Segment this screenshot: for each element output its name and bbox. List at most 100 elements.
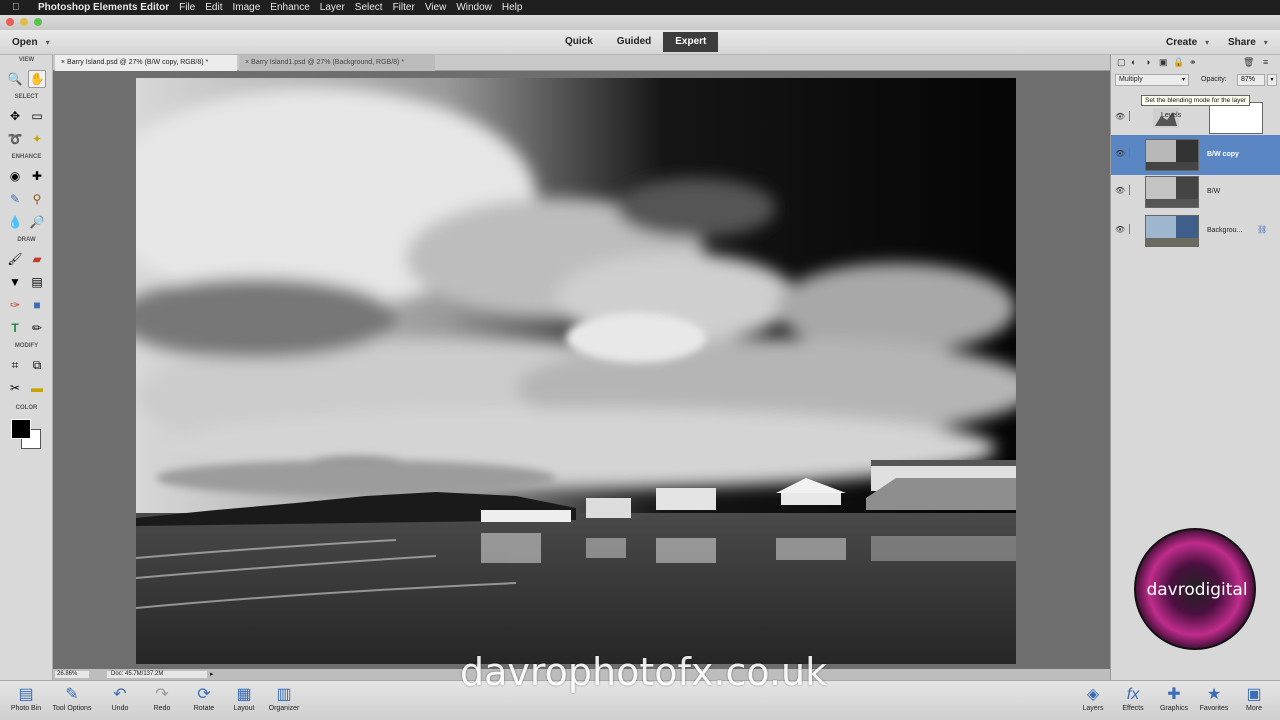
paint-bucket-tool-icon[interactable]: ▼ [6,273,24,291]
menu-enhance[interactable]: Enhance [270,2,309,13]
smart-brush-tool-icon[interactable]: ✎ [6,190,24,208]
layer-lock-icon: ⛓ [1257,225,1268,234]
spot-healing-tool-icon[interactable]: ✚ [28,167,46,185]
new-layer-icon[interactable]: ▢ [1117,57,1126,68]
menu-select[interactable]: Select [355,2,383,13]
layers-label: Layers [1082,705,1104,712]
menu-file[interactable]: File [179,2,195,13]
straighten-tool-icon[interactable]: ▬ [28,379,46,397]
type-tool-icon[interactable]: T [6,319,24,337]
opacity-label: Opacity: [1201,76,1227,83]
more-icon: ▣ [1246,686,1262,703]
favorites-label: Favorites [1199,705,1229,712]
layer-mask-thumbnail[interactable] [1209,102,1263,134]
panel-menu-icon[interactable]: ≡ [1263,57,1268,67]
effects-label: Effects [1122,705,1144,712]
more-panel-button[interactable]: ▣ More [1228,685,1280,712]
brush-tool-icon[interactable]: 🖌 [6,250,24,268]
red-eye-tool-icon[interactable]: ◉ [6,167,24,185]
eye-icon[interactable]: 👁 [1115,225,1125,234]
create-button[interactable]: Create ▾ [1166,37,1209,48]
trash-icon[interactable]: 🗑 [1243,57,1254,68]
minimize-window-button[interactable] [20,18,28,26]
opacity-input[interactable]: 87% [1237,74,1265,86]
document-tab[interactable]: × Barry Island1.psd @ 27% (Background, R… [239,55,435,71]
close-window-button[interactable] [6,18,14,26]
photo-bin-icon: ▤ [18,686,34,703]
layer-link-indicator [1129,148,1133,158]
magic-wand-tool-icon[interactable]: ✦ [28,130,46,148]
eyedropper-tool-icon[interactable]: ✑ [6,296,24,314]
marquee-tool-icon[interactable]: ▭ [28,107,46,125]
layer-row-bw-copy[interactable]: 👁 B/W copy [1111,135,1280,175]
menu-filter[interactable]: Filter [393,2,415,13]
menu-view[interactable]: View [425,2,447,13]
crop-tool-icon[interactable]: ⌗ [6,356,24,374]
layer-thumbnail [1145,139,1199,171]
eye-icon[interactable]: 👁 [1115,149,1125,158]
canvas-area[interactable] [53,71,1110,669]
menu-window[interactable]: Window [456,2,492,13]
blend-mode-select[interactable]: Multiply ▾ [1115,74,1189,86]
photo-canvas[interactable] [136,78,1016,664]
blur-tool-icon[interactable]: 💧 [6,213,24,231]
davrodigital-logo: davrodigital [1134,528,1256,650]
lock-icon[interactable]: 🔒 [1173,57,1184,68]
chevron-right-icon[interactable]: ▸ [210,670,214,678]
layer-row-background[interactable]: 👁 Backgrou... ⛓ [1111,211,1280,251]
document-tab-active[interactable]: × Barry Island.psd @ 27% (B/W copy, RGB/… [55,55,237,71]
foreground-color-swatch[interactable] [11,419,31,439]
menu-edit[interactable]: Edit [205,2,222,13]
opacity-dropdown-button[interactable]: ▾ [1267,74,1277,86]
content-aware-move-tool-icon[interactable]: ✂ [6,379,24,397]
apple-icon[interactable]:  [12,2,26,13]
layer-thumbnail-image [1146,140,1198,170]
mode-switcher: Quick Guided Expert [553,32,719,52]
shape-tool-icon[interactable]: ■ [28,296,46,314]
mode-expert-tab[interactable]: Expert [663,32,719,52]
menu-layer[interactable]: Layer [320,2,345,13]
zoom-tool-icon[interactable]: 🔍 [6,70,24,88]
toolbox-section-modify: MODIFY [14,343,39,349]
menu-help[interactable]: Help [502,2,523,13]
chevron-down-icon: ▾ [45,38,50,47]
eye-icon[interactable]: 👁 [1115,112,1125,121]
mode-guided-tab[interactable]: Guided [605,32,663,52]
lasso-tool-icon[interactable]: ➰ [6,130,24,148]
open-button[interactable]: Open ▾ [12,37,50,48]
clone-stamp-tool-icon[interactable]: ⚲ [28,190,46,208]
link-icon[interactable]: ⚭ [1189,57,1197,68]
toolbox-section-draw: DRAW [17,237,36,243]
zoom-window-button[interactable] [34,18,42,26]
layer-link-indicator [1129,185,1133,195]
tool-options-button[interactable]: ✎ Tool Options [46,685,98,712]
menu-app-name[interactable]: Photoshop Elements Editor [38,2,169,13]
menu-image[interactable]: Image [232,2,260,13]
new-group-icon[interactable]: ◐ [1131,57,1136,67]
share-button[interactable]: Share ▾ [1228,37,1268,48]
photo-bin-button[interactable]: ▤ Photo Bin [0,685,52,712]
organizer-button[interactable]: ▥ Organizer [258,685,310,712]
hand-tool-icon[interactable]: ✋ [28,70,46,88]
eraser-tool-icon[interactable]: ▰ [28,250,46,268]
layer-name: Backgrou... [1207,227,1243,234]
blend-mode-tooltip: Set the blending mode for the layer [1141,95,1251,106]
move-tool-icon[interactable]: ✥ [6,107,24,125]
beach-photo-image [136,78,1016,664]
gradient-tool-icon[interactable]: ▤ [28,273,46,291]
chevron-down-icon: ▾ [1181,77,1185,83]
recompose-tool-icon[interactable]: ⧉ [28,356,46,374]
mode-quick-tab[interactable]: Quick [553,32,605,52]
zoom-level-field[interactable]: 26.86% [55,671,89,678]
toolbox-section-color: COLOR [15,405,38,411]
layer-thumbnail-image [1146,177,1198,207]
layer-mask-icon[interactable]: ▣ [1159,57,1168,68]
sponge-tool-icon[interactable]: 🔎 [28,213,46,231]
new-fill-layer-icon[interactable]: ◑ [1145,57,1150,67]
layer-row-bw[interactable]: 👁 B/W [1111,172,1280,212]
pencil-tool-icon[interactable]: ✏ [28,319,46,337]
close-icon[interactable]: × [245,59,249,66]
photo-bin-label: Photo Bin [10,705,42,712]
eye-icon[interactable]: 👁 [1115,186,1125,195]
close-icon[interactable]: × [61,59,65,66]
